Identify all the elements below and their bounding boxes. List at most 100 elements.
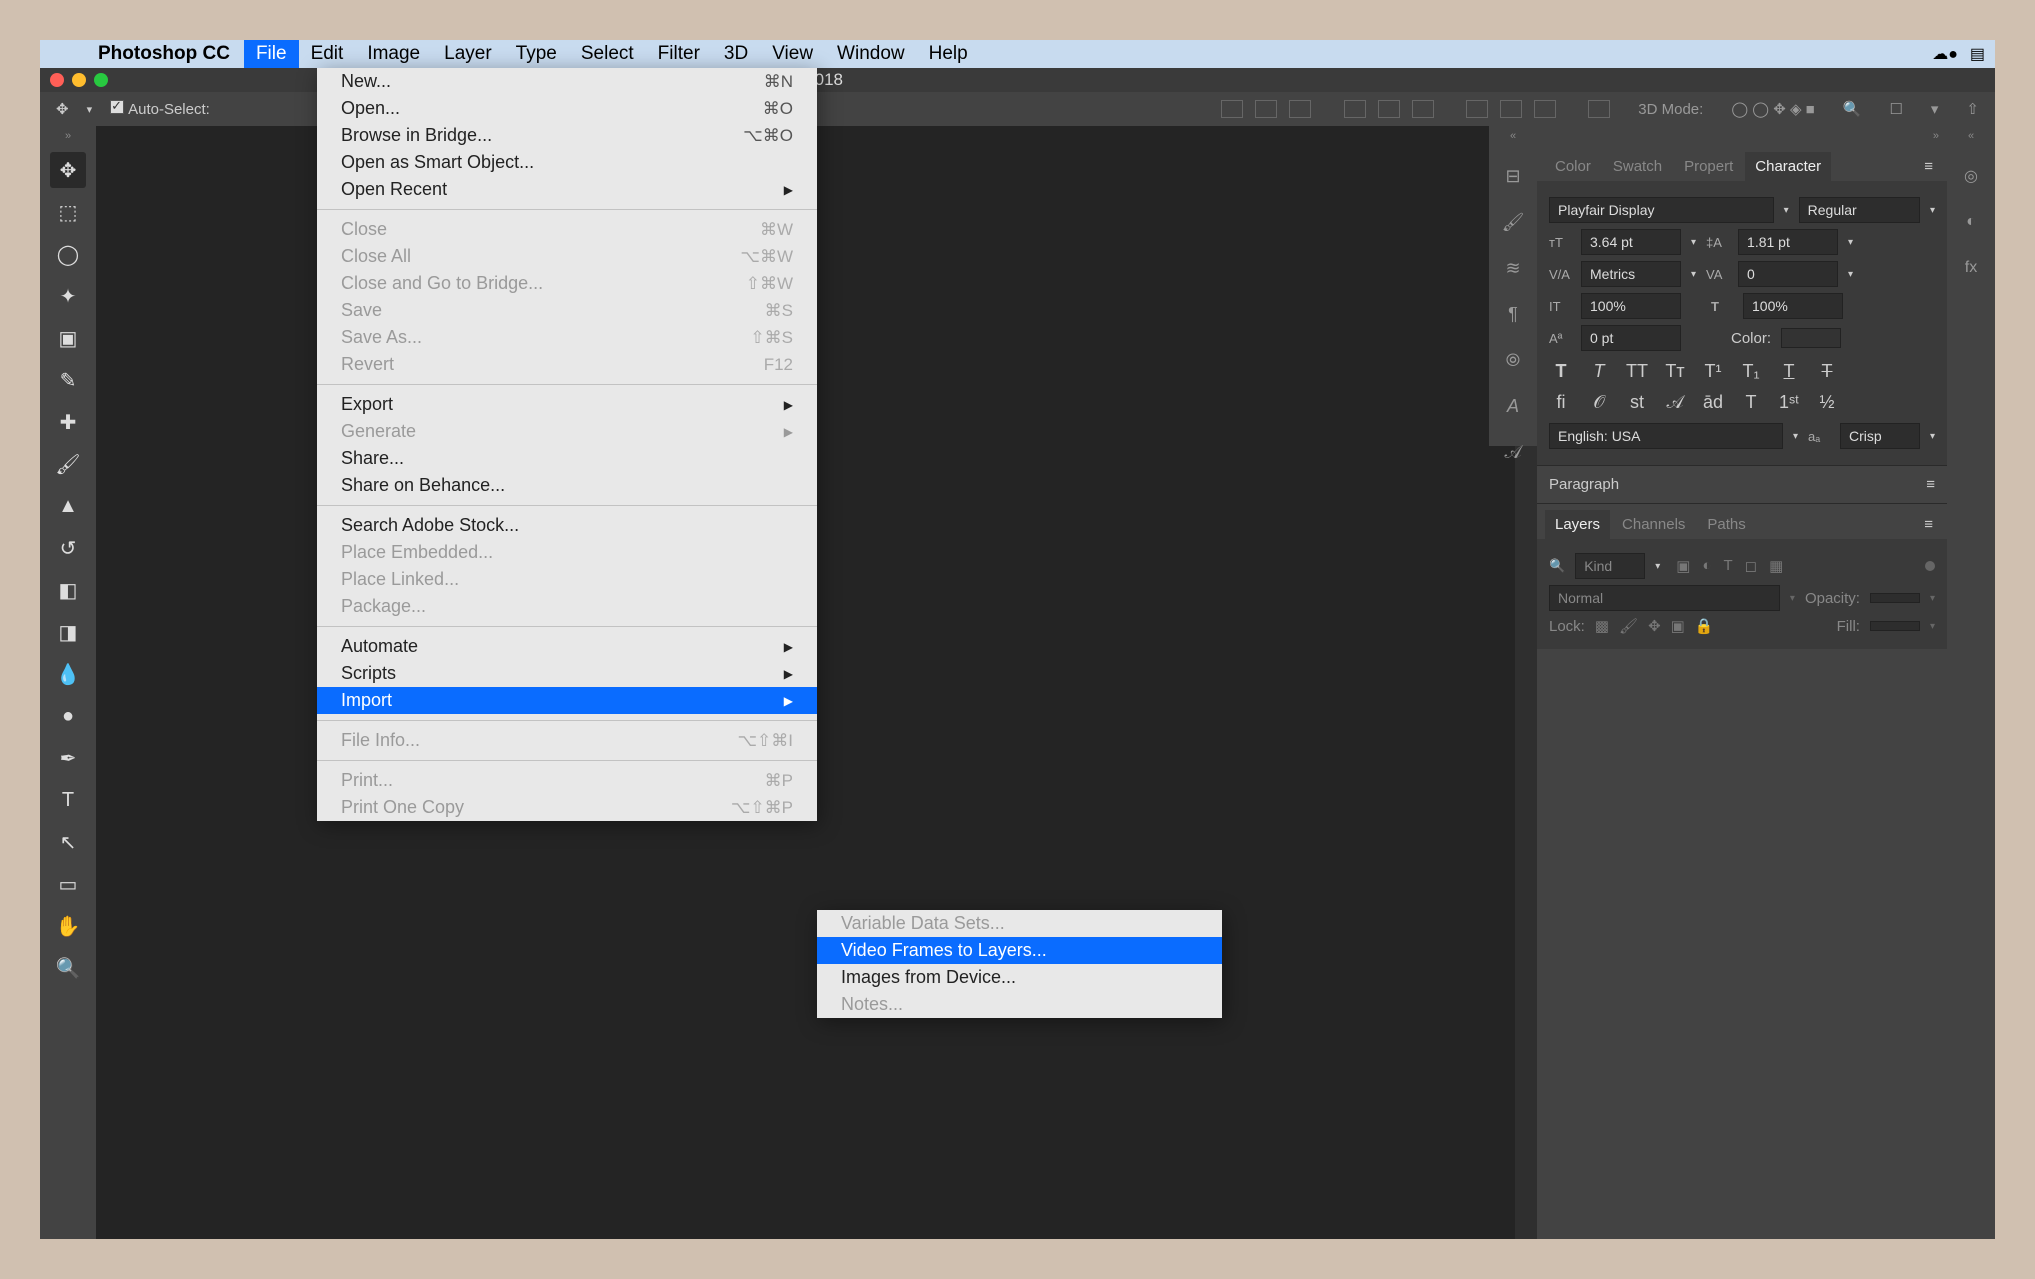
menu-item-import[interactable]: Import▶ bbox=[317, 687, 817, 714]
menu-item-new-[interactable]: New...⌘N bbox=[317, 68, 817, 95]
titling-button[interactable]: T bbox=[1739, 392, 1763, 413]
adjustments-icon[interactable]: ◐ bbox=[1955, 206, 1987, 238]
tool-preset-dropdown[interactable]: ▾ bbox=[87, 103, 93, 116]
antialias-select[interactable]: Crisp bbox=[1840, 423, 1920, 449]
eraser-tool[interactable]: ◧ bbox=[50, 572, 86, 608]
zoom-tool[interactable]: 🔍 bbox=[50, 950, 86, 986]
history-brush-tool[interactable]: ↺ bbox=[50, 530, 86, 566]
vscale-input[interactable]: 100% bbox=[1581, 293, 1681, 319]
menu-image[interactable]: Image bbox=[355, 40, 432, 68]
menu-item-search-adobe-stock-[interactable]: Search Adobe Stock... bbox=[317, 512, 817, 539]
panel-icon-3[interactable]: ≋ bbox=[1497, 252, 1529, 284]
allcaps-button[interactable]: TT bbox=[1625, 361, 1649, 382]
italic-button[interactable]: T bbox=[1587, 361, 1611, 382]
underline-button[interactable]: T bbox=[1777, 361, 1801, 382]
panel-menu-icon[interactable]: ≡ bbox=[1918, 152, 1939, 181]
strikethrough-button[interactable]: T bbox=[1815, 361, 1839, 382]
eyedropper-tool[interactable]: ✎ bbox=[50, 362, 86, 398]
tab-layers[interactable]: Layers bbox=[1545, 510, 1610, 539]
hand-tool[interactable]: ✋ bbox=[50, 908, 86, 944]
cc-sync-icon[interactable]: ☁● bbox=[1932, 44, 1958, 64]
font-family-select[interactable]: Playfair Display bbox=[1549, 197, 1774, 223]
styles-icon[interactable]: fx bbox=[1955, 252, 1987, 284]
tab-channels[interactable]: Channels bbox=[1612, 510, 1695, 539]
menu-item-share-on-behance-[interactable]: Share on Behance... bbox=[317, 472, 817, 499]
styles-icon[interactable]: 𝒜 bbox=[1497, 436, 1529, 468]
history-icon[interactable]: ☐ bbox=[1889, 100, 1902, 118]
tracking-input[interactable]: 0 bbox=[1738, 261, 1838, 287]
lock-transparent-icon[interactable]: ▩ bbox=[1595, 617, 1609, 635]
marquee-tool[interactable]: ⬚ bbox=[50, 194, 86, 230]
3d-icons[interactable]: ◯ ◯ ✥ ◈ ■ bbox=[1731, 100, 1814, 118]
menu-help[interactable]: Help bbox=[917, 40, 980, 68]
filter-toggle[interactable] bbox=[1925, 561, 1935, 571]
smallcaps-button[interactable]: Tᴛ bbox=[1663, 361, 1687, 382]
oldstyle-button[interactable]: ād bbox=[1701, 392, 1725, 413]
lock-position-icon[interactable]: ✥ bbox=[1648, 617, 1661, 635]
lasso-tool[interactable]: ◯ bbox=[50, 236, 86, 272]
language-select[interactable]: English: USA bbox=[1549, 423, 1783, 449]
font-style-select[interactable]: Regular bbox=[1799, 197, 1920, 223]
menu-type[interactable]: Type bbox=[504, 40, 569, 68]
gradient-tool[interactable]: ◨ bbox=[50, 614, 86, 650]
panel-icon-1[interactable]: ⊟ bbox=[1497, 160, 1529, 192]
baseline-input[interactable]: 0 pt bbox=[1581, 325, 1681, 351]
font-size-input[interactable]: 3.64 pt bbox=[1581, 229, 1681, 255]
menu-item-open-[interactable]: Open...⌘O bbox=[317, 95, 817, 122]
close-button[interactable] bbox=[50, 73, 64, 87]
filter-shape-icon[interactable]: ◻ bbox=[1745, 557, 1757, 575]
menu-item-open-recent[interactable]: Open Recent▶ bbox=[317, 176, 817, 203]
move-tool-icon[interactable]: ✥ bbox=[56, 100, 69, 118]
magic-wand-tool[interactable]: ✦ bbox=[50, 278, 86, 314]
leading-input[interactable]: 1.81 pt bbox=[1738, 229, 1838, 255]
filter-adjust-icon[interactable]: ◐ bbox=[1702, 557, 1711, 575]
submenu-item-video-frames-to-layers-[interactable]: Video Frames to Layers... bbox=[817, 937, 1222, 964]
tab-paths[interactable]: Paths bbox=[1697, 510, 1755, 539]
panel-menu-icon[interactable]: ≡ bbox=[1918, 510, 1939, 539]
crop-tool[interactable]: ▣ bbox=[50, 320, 86, 356]
submenu-item-images-from-device-[interactable]: Images from Device... bbox=[817, 964, 1222, 991]
autoselect-checkbox[interactable] bbox=[110, 100, 124, 114]
contextual-button[interactable]: 𝒪 bbox=[1587, 392, 1611, 413]
minimize-button[interactable] bbox=[72, 73, 86, 87]
superscript-button[interactable]: T¹ bbox=[1701, 361, 1725, 382]
stylistic-button[interactable]: st bbox=[1625, 392, 1649, 413]
subscript-button[interactable]: T₁ bbox=[1739, 361, 1763, 382]
menu-item-browse-in-bridge-[interactable]: Browse in Bridge...⌥⌘O bbox=[317, 122, 817, 149]
search-icon[interactable]: 🔍 bbox=[1843, 100, 1862, 118]
menu-item-automate[interactable]: Automate▶ bbox=[317, 633, 817, 660]
filter-pixel-icon[interactable]: ▣ bbox=[1676, 557, 1690, 575]
tab-color[interactable]: Color bbox=[1545, 152, 1601, 181]
menu-file[interactable]: File bbox=[244, 40, 299, 68]
kerning-select[interactable]: Metrics bbox=[1581, 261, 1681, 287]
menu-select[interactable]: Select bbox=[569, 40, 646, 68]
menu-window[interactable]: Window bbox=[825, 40, 917, 68]
filter-smart-icon[interactable]: ▦ bbox=[1769, 557, 1783, 575]
lock-all-icon[interactable]: 🔒 bbox=[1695, 617, 1714, 635]
menu-item-export[interactable]: Export▶ bbox=[317, 391, 817, 418]
layer-filter-kind[interactable]: Kind bbox=[1575, 553, 1645, 579]
share-icon[interactable]: ⇧ bbox=[1966, 100, 1979, 118]
menu-3d[interactable]: 3D bbox=[712, 40, 760, 68]
filter-type-icon[interactable]: T bbox=[1723, 557, 1732, 575]
dodge-tool[interactable]: ● bbox=[50, 698, 86, 734]
menu-item-share-[interactable]: Share... bbox=[317, 445, 817, 472]
panel-menu-icon[interactable]: ≡ bbox=[1926, 476, 1935, 493]
cc-libraries-icon[interactable]: ◎ bbox=[1955, 160, 1987, 192]
menu-item-scripts[interactable]: Scripts▶ bbox=[317, 660, 817, 687]
shape-tool[interactable]: ▭ bbox=[50, 866, 86, 902]
paragraph-icon[interactable]: ¶ bbox=[1497, 298, 1529, 330]
ordinals-button[interactable]: 1ˢᵗ bbox=[1777, 392, 1801, 413]
brush-tool[interactable]: 🖌 bbox=[50, 446, 86, 482]
blend-mode-select[interactable]: Normal bbox=[1549, 585, 1780, 611]
align-icons[interactable] bbox=[1221, 100, 1610, 118]
menu-edit[interactable]: Edit bbox=[299, 40, 356, 68]
menu-view[interactable]: View bbox=[760, 40, 825, 68]
app-name[interactable]: Photoshop CC bbox=[84, 43, 244, 65]
menu-filter[interactable]: Filter bbox=[646, 40, 712, 68]
blur-tool[interactable]: 💧 bbox=[50, 656, 86, 692]
tab-swatches[interactable]: Swatch bbox=[1603, 152, 1672, 181]
opacity-input[interactable] bbox=[1870, 593, 1920, 603]
arrange-icon[interactable]: ▾ bbox=[1931, 100, 1939, 118]
lock-artboard-icon[interactable]: ▣ bbox=[1671, 617, 1685, 635]
